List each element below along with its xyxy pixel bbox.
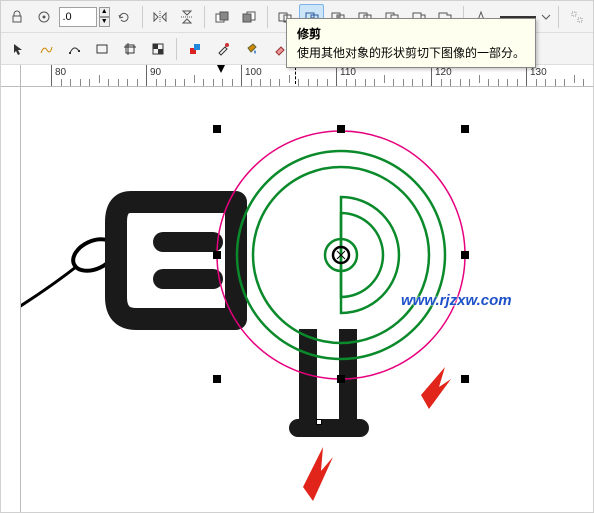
snap-icon[interactable] [32, 4, 57, 30]
rotate-apply-icon[interactable] [112, 4, 137, 30]
rotation-input[interactable] [59, 7, 97, 27]
pattern-tool-icon[interactable] [145, 36, 171, 62]
tooltip-desc: 使用其他对象的形状剪切下图像的一部分。 [297, 44, 525, 61]
freehand-tool-icon[interactable] [33, 36, 59, 62]
watermark: www.rjzxw.com www.rjzxw.com [401, 292, 512, 309]
lock-icon[interactable] [5, 4, 30, 30]
horizontal-ruler: 8090100110120130 [1, 65, 593, 87]
rotation-spinner[interactable]: ▲▼ [99, 7, 110, 27]
arrow-up-icon [271, 87, 301, 89]
to-front-icon[interactable] [210, 4, 235, 30]
mirror-h-icon[interactable] [148, 4, 173, 30]
crop-tool-icon[interactable] [117, 36, 143, 62]
rect-tool-icon[interactable] [89, 36, 115, 62]
vertical-ruler [1, 87, 21, 512]
mirror-v-icon[interactable] [174, 4, 199, 30]
node-handle[interactable] [316, 419, 322, 425]
color-swap-icon[interactable] [182, 36, 208, 62]
shape-tool-icon[interactable] [61, 36, 87, 62]
tooltip: 修剪 使用其他对象的形状剪切下图像的一部分。 [286, 18, 536, 68]
pointer-tool-icon[interactable] [5, 36, 31, 62]
tooltip-title: 修剪 [297, 25, 525, 42]
bucket-tool-icon[interactable] [238, 36, 264, 62]
align-icon[interactable] [564, 4, 589, 30]
eyedropper-tool-icon[interactable] [210, 36, 236, 62]
drawing-canvas[interactable]: www.rjzxw.com www.rjzxw.com [21, 87, 593, 512]
to-back-icon[interactable] [237, 4, 262, 30]
